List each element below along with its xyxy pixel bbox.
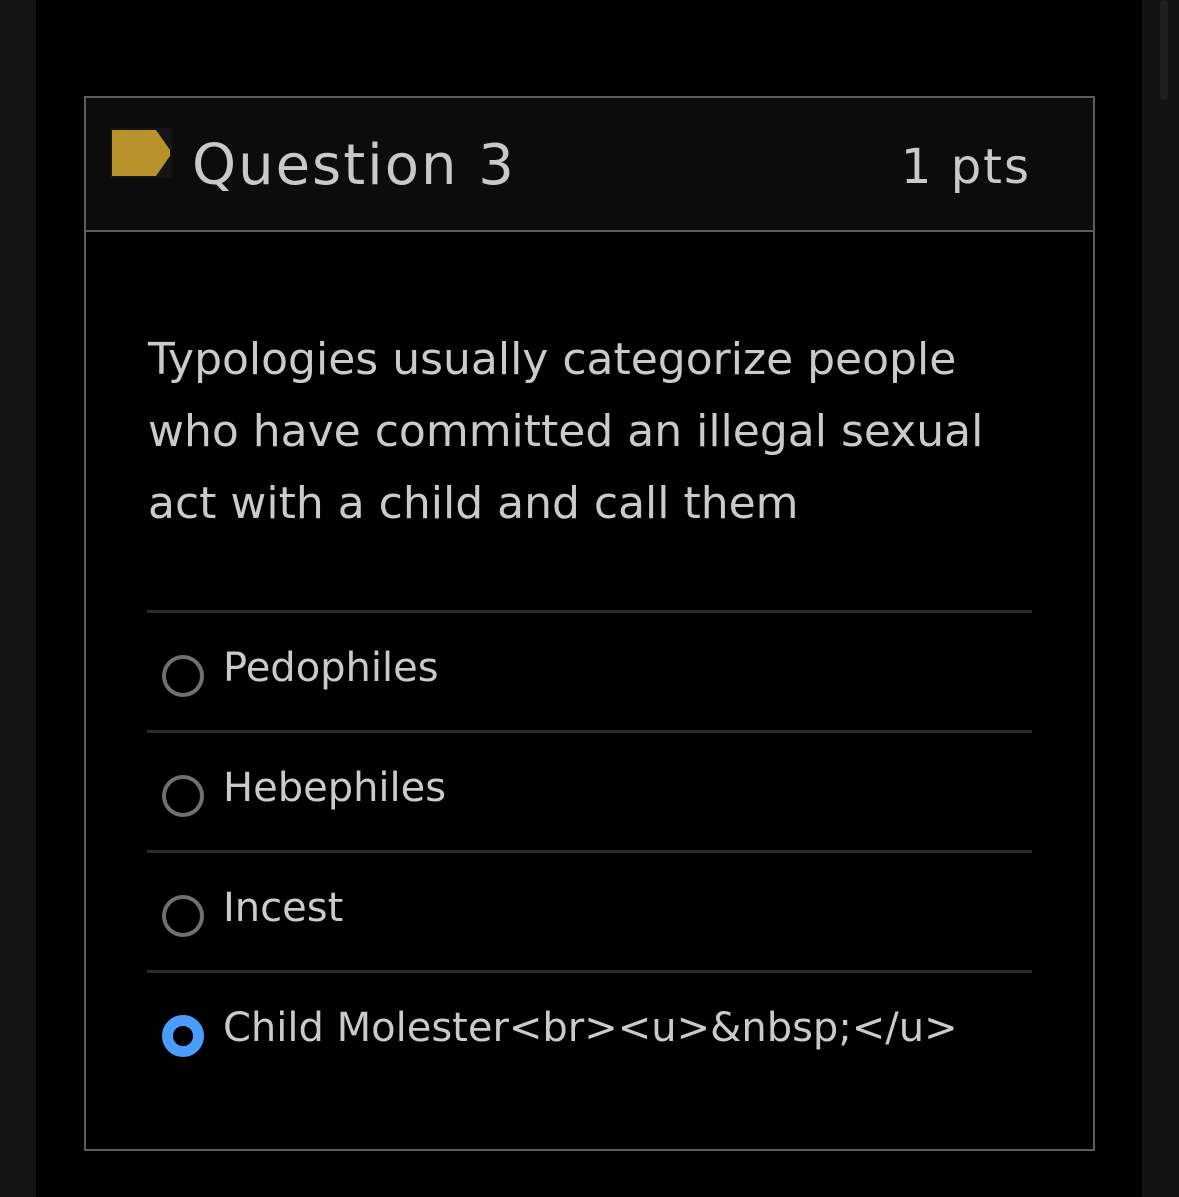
- flag-icon[interactable]: [110, 128, 172, 178]
- question-card: Question 3 1 pts Typologies usually cate…: [84, 96, 1095, 1151]
- question-header: Question 3 1 pts: [86, 98, 1093, 232]
- answer-option-pedophiles[interactable]: Pedophiles: [147, 610, 1032, 730]
- scrollbar-thumb[interactable]: [1160, 0, 1168, 100]
- answer-label: Hebephiles: [223, 765, 447, 811]
- answer-label: Pedophiles: [223, 645, 439, 691]
- answer-label: Incest: [223, 885, 344, 931]
- radio-button[interactable]: [162, 655, 204, 697]
- radio-button[interactable]: [162, 775, 204, 817]
- answer-list: Pedophiles Hebephiles Incest Child Moles…: [147, 610, 1032, 1090]
- question-text: Typologies usually categorize people who…: [148, 334, 984, 529]
- question-points: 1 pts: [900, 139, 1031, 195]
- answer-option-hebephiles[interactable]: Hebephiles: [147, 730, 1032, 850]
- radio-button-selected[interactable]: [162, 1015, 204, 1057]
- page-left-gutter: [0, 0, 36, 1197]
- answer-option-incest[interactable]: Incest: [147, 850, 1032, 970]
- answer-label: Child Molester<br><u>&nbsp;</u>: [223, 1005, 958, 1051]
- question-title: Question 3: [192, 133, 516, 198]
- radio-button[interactable]: [162, 895, 204, 937]
- page-right-gutter: [1142, 0, 1179, 1197]
- answer-option-child-molester[interactable]: Child Molester<br><u>&nbsp;</u>: [147, 970, 1032, 1090]
